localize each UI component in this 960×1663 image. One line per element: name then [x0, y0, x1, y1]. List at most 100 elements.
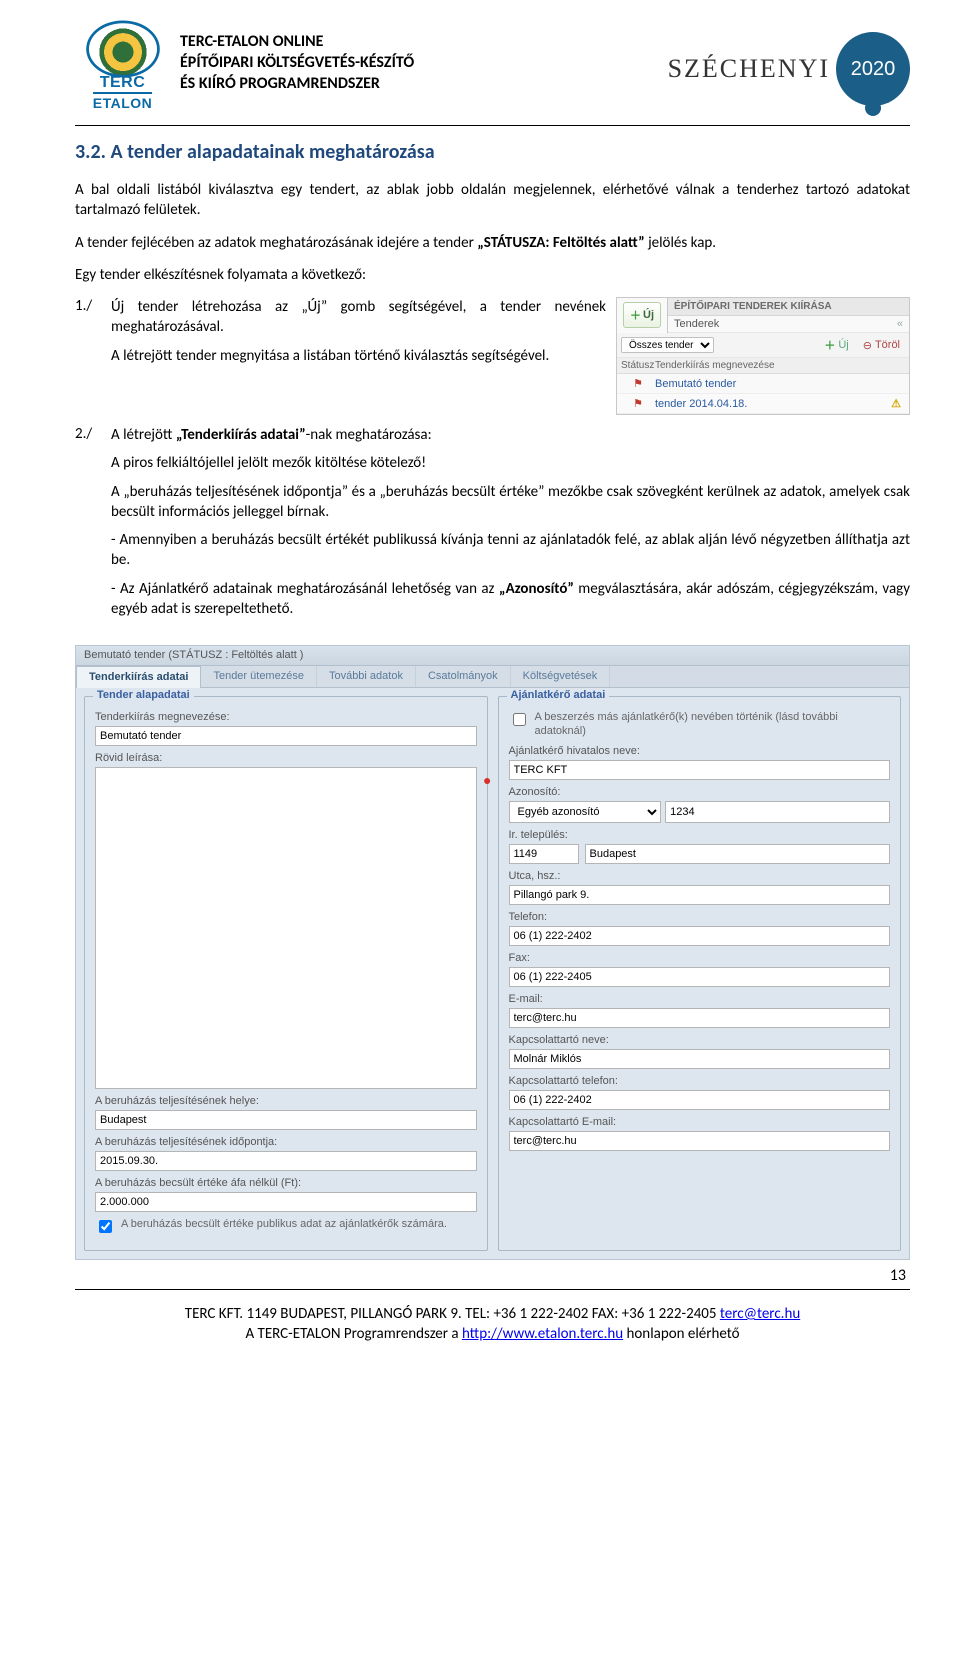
window-titlebar: Bemutató tender (STÁTUSZ : Feltöltés ala…: [76, 646, 909, 666]
legend-right: Ajánlatkérő adatai: [507, 689, 610, 701]
tab-tenderkiiras[interactable]: Tenderkiírás adatai: [76, 666, 201, 688]
lbl-ctel: Kapcsolattartó telefon:: [509, 1075, 891, 1087]
input-tel[interactable]: [509, 926, 891, 946]
legend-left: Tender alapadatai: [93, 689, 194, 701]
input-ctel[interactable]: [509, 1090, 891, 1110]
szechenyi-year-badge: 2020: [836, 32, 910, 106]
footer-divider: [75, 1289, 910, 1290]
flag-icon: ⚑: [633, 378, 643, 390]
mini-col-name: Tenderkiírás megnevezése: [655, 360, 905, 371]
para-status-post: jelölés kap.: [645, 234, 716, 252]
numbered-list: 1./ Új tender létrehozása az „Új” gomb s…: [75, 297, 910, 627]
tender-form-window: Bemutató tender (STÁTUSZ : Feltöltés ala…: [75, 645, 910, 1260]
fieldset-ajanlatkero: Ajánlatkérő adatai A beszerzés más ajánl…: [498, 696, 902, 1251]
input-contact[interactable]: [509, 1049, 891, 1069]
para-status-pre: A tender fejlécében az adatok meghatároz…: [75, 234, 477, 252]
mini-row-name: tender 2014.04.18.: [655, 398, 887, 410]
footer-email-link[interactable]: terc@terc.hu: [720, 1305, 800, 1323]
page-number: 13: [75, 1266, 906, 1285]
warning-icon: ⚠: [891, 398, 901, 410]
input-id-value[interactable]: [665, 801, 890, 823]
mini-row[interactable]: ⚑ Bemutató tender: [617, 374, 909, 394]
tab-koltsegvetesek[interactable]: Költségvetések: [511, 666, 611, 687]
lbl-town: Ir. település:: [509, 829, 891, 841]
mini-left-col: ＋ Új: [617, 298, 668, 333]
input-desc-wrap: ●: [95, 767, 477, 1089]
mini-filter-select[interactable]: Összes tender: [621, 337, 714, 353]
lbl-email: E-mail:: [509, 993, 891, 1005]
logo-image: [83, 18, 163, 80]
required-icon: ●: [483, 772, 491, 788]
tab-csatolmanyok[interactable]: Csatolmányok: [416, 666, 511, 687]
input-desc[interactable]: [96, 768, 476, 1088]
mini-uj-link[interactable]: ＋Új: [819, 336, 853, 354]
list-num-2: 2./: [75, 425, 111, 443]
doc-title-block: TERC-ETALON ONLINE ÉPÍTŐIPARI KÖLTSÉGVET…: [180, 18, 668, 94]
list-item-1: 1./ Új tender létrehozása az „Új” gomb s…: [75, 297, 910, 415]
para-status: A tender fejlécében az adatok meghatároz…: [75, 233, 910, 253]
lbl-fax: Fax:: [509, 952, 891, 964]
tab-tovabbi[interactable]: További adatok: [317, 666, 416, 687]
tabs: Tenderkiírás adatai Tender ütemezése Tov…: [76, 666, 909, 688]
tab-utemezes[interactable]: Tender ütemezése: [201, 666, 317, 687]
lbl-official: Ajánlatkérő hivatalos neve:: [509, 745, 891, 757]
input-cemail[interactable]: [509, 1131, 891, 1151]
logo-block: TERC ETALON: [75, 18, 170, 113]
input-place[interactable]: [95, 1110, 477, 1130]
collapse-icon[interactable]: «: [897, 318, 903, 330]
lbl-value: A beruházás becsült értéke áfa nélkül (F…: [95, 1177, 477, 1189]
chk-other-buyer[interactable]: [513, 713, 526, 726]
para-process: Egy tender elkészítésnek folyamata a köv…: [75, 265, 910, 285]
input-value[interactable]: [95, 1192, 477, 1212]
list-item-2: 2./ A létrejött „Tenderkiírás adatai”-na…: [75, 425, 910, 627]
doc-title-l1: TERC-ETALON ONLINE: [180, 32, 668, 53]
input-street[interactable]: [509, 885, 891, 905]
chk-other-label: A beszerzés más ajánlatkérő(k) nevében t…: [535, 711, 891, 739]
list-2-b: A piros felkiáltójellel jelölt mezők kit…: [111, 453, 910, 473]
lbl-street: Utca, hsz.:: [509, 870, 891, 882]
footer: TERC KFT. 1149 BUDAPEST, PILLANGÓ PARK 9…: [75, 1304, 910, 1345]
input-official[interactable]: [509, 760, 891, 780]
szechenyi-text: SZÉCHENYI: [668, 54, 830, 84]
mini-panel-sub: Tenderek «: [668, 316, 909, 333]
input-zip[interactable]: [509, 844, 579, 864]
select-id-type[interactable]: Egyéb azonosító: [509, 801, 662, 823]
para-status-quote: „STÁTUSZA: Feltöltés alatt”: [477, 234, 644, 252]
chk-publikus-label: A beruházás becsült értéke publikus adat…: [121, 1218, 447, 1232]
input-date[interactable]: [95, 1151, 477, 1171]
input-email[interactable]: [509, 1008, 891, 1028]
doc-header: TERC ETALON TERC-ETALON ONLINE ÉPÍTŐIPAR…: [75, 18, 910, 113]
footer-line-2: A TERC-ETALON Programrendszer a http://w…: [75, 1324, 910, 1344]
lbl-desc: Rövid leírása:: [95, 752, 477, 764]
mini-col-status: Státusz: [621, 360, 655, 371]
list-2-c: A „beruházás teljesítésének időpontja” é…: [111, 482, 910, 523]
chk-publikus-row: A beruházás becsült értéke publikus adat…: [95, 1218, 477, 1236]
list-1-text-a: Új tender létrehozása az „Új” gomb segít…: [111, 297, 606, 338]
szechenyi-badge-group: SZÉCHENYI 2020: [668, 18, 910, 106]
list-2-a: A létrejött „Tenderkiírás adatai”-nak me…: [111, 425, 910, 445]
mini-row[interactable]: ⚑ tender 2014.04.18. ⚠: [617, 394, 909, 414]
mini-new-button[interactable]: ＋ Új: [623, 302, 661, 328]
tender-list-panel: ＋ Új ÉPÍTŐIPARI TENDEREK KIÍRÁSA Tendere…: [616, 297, 910, 415]
input-tender-name[interactable]: [95, 726, 477, 746]
plus-icon: ＋: [630, 307, 641, 323]
list-num-1: 1./: [75, 297, 111, 315]
mini-new-label: Új: [643, 309, 654, 321]
mini-del-link[interactable]: ⊖Töröl: [858, 338, 905, 353]
mini-sub-label: Tenderek: [674, 318, 719, 330]
plus-icon: ＋: [824, 337, 835, 353]
chk-publikus[interactable]: [99, 1220, 112, 1233]
flag-icon: ⚑: [633, 398, 643, 410]
mini-panel-title: ÉPÍTŐIPARI TENDEREK KIÍRÁSA: [668, 298, 909, 316]
lbl-id: Azonosító:: [509, 786, 891, 798]
footer-url-link[interactable]: http://www.etalon.terc.hu: [462, 1325, 623, 1343]
header-divider: [75, 125, 910, 126]
lbl-contact: Kapcsolattartó neve:: [509, 1034, 891, 1046]
lbl-name: Tenderkiírás megnevezése:: [95, 711, 477, 723]
mini-row-name: Bemutató tender: [655, 378, 887, 390]
list-2-d: - Amennyiben a beruházás becsült értékét…: [111, 530, 910, 571]
section-title: 3.2. A tender alapadatainak meghatározás…: [75, 140, 910, 164]
input-fax[interactable]: [509, 967, 891, 987]
input-city[interactable]: [585, 844, 891, 864]
lbl-date: A beruházás teljesítésének időpontja:: [95, 1136, 477, 1148]
